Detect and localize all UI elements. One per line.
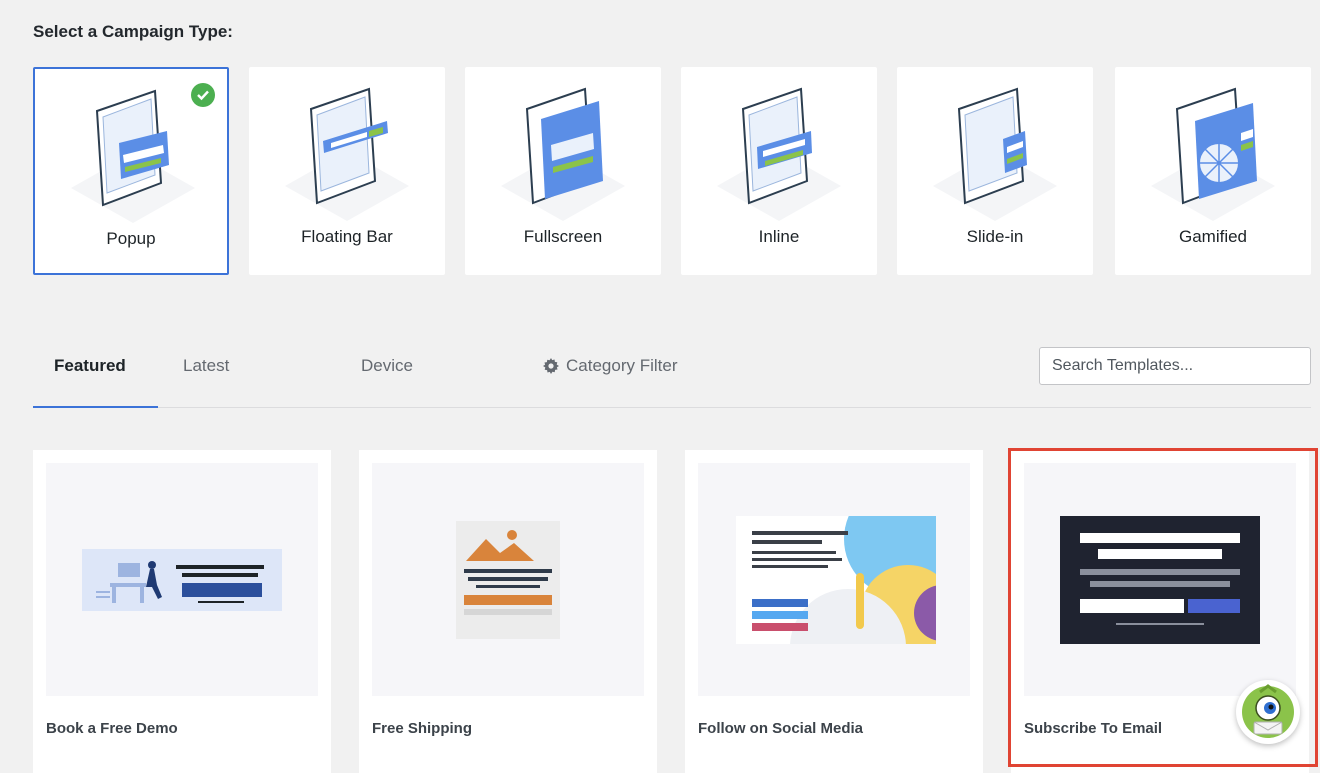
slide-in-illustration-icon bbox=[933, 87, 1057, 221]
campaign-type-heading: Select a Campaign Type: bbox=[33, 22, 233, 41]
campaign-type-gamified[interactable]: Gamified bbox=[1115, 67, 1311, 275]
campaign-type-label: Gamified bbox=[1178, 227, 1248, 246]
campaign-type-floating-bar[interactable]: Floating Bar bbox=[249, 67, 445, 275]
campaign-type-fullscreen[interactable]: Fullscreen bbox=[465, 67, 661, 275]
template-preview bbox=[372, 463, 644, 696]
category-filter-label: Category Filter bbox=[566, 356, 678, 375]
campaign-type-label: Inline bbox=[758, 227, 800, 246]
campaign-type-label: Fullscreen bbox=[523, 227, 603, 246]
subscribe-email-preview-icon bbox=[1060, 516, 1260, 644]
template-preview bbox=[46, 463, 318, 696]
campaign-type-slide-in[interactable]: Slide-in bbox=[897, 67, 1093, 275]
category-filter-button[interactable]: Category Filter bbox=[543, 356, 677, 376]
floating-bar-illustration-icon bbox=[285, 87, 409, 221]
tab-featured[interactable]: Featured bbox=[54, 356, 126, 376]
campaign-type-label: Popup bbox=[106, 229, 156, 248]
tab-device[interactable]: Device bbox=[361, 356, 413, 376]
popup-illustration-icon bbox=[71, 89, 195, 223]
campaign-type-label: Slide-in bbox=[966, 227, 1024, 246]
template-title: Book a Free Demo bbox=[46, 720, 178, 737]
template-card-free-shipping[interactable]: Free Shipping bbox=[359, 450, 657, 773]
template-tabs: Featured Latest Device Category Filter bbox=[33, 340, 1311, 408]
active-tab-indicator bbox=[33, 406, 158, 408]
free-shipping-preview-icon bbox=[456, 521, 560, 639]
gear-icon bbox=[543, 358, 559, 374]
template-card-book-demo[interactable]: Book a Free Demo bbox=[33, 450, 331, 773]
book-demo-preview-icon bbox=[82, 549, 282, 611]
template-title: Subscribe To Email bbox=[1024, 720, 1163, 737]
gamified-illustration-icon bbox=[1151, 87, 1275, 221]
template-preview bbox=[1024, 463, 1296, 696]
mascot-launcher-icon[interactable] bbox=[1236, 680, 1300, 744]
mascot-icon bbox=[1242, 684, 1294, 738]
inline-illustration-icon bbox=[717, 87, 841, 221]
campaign-type-popup[interactable]: Popup bbox=[33, 67, 229, 275]
template-title: Free Shipping bbox=[372, 720, 473, 737]
follow-social-preview-icon bbox=[736, 516, 936, 644]
campaign-type-label: Floating Bar bbox=[301, 227, 393, 246]
campaign-type-inline[interactable]: Inline bbox=[681, 67, 877, 275]
template-card-follow-social[interactable]: Follow on Social Media bbox=[685, 450, 983, 773]
fullscreen-illustration-icon bbox=[501, 87, 625, 221]
selected-check-icon bbox=[191, 83, 215, 107]
campaign-type-list: Popup Floating Bar Fullscreen Inline Sli… bbox=[33, 67, 1311, 275]
template-grid: Book a Free Demo Free Shipping Follow on… bbox=[33, 450, 1320, 773]
search-templates-input[interactable] bbox=[1039, 347, 1311, 385]
tab-latest[interactable]: Latest bbox=[183, 356, 229, 376]
template-preview bbox=[698, 463, 970, 696]
template-title: Follow on Social Media bbox=[698, 720, 864, 737]
